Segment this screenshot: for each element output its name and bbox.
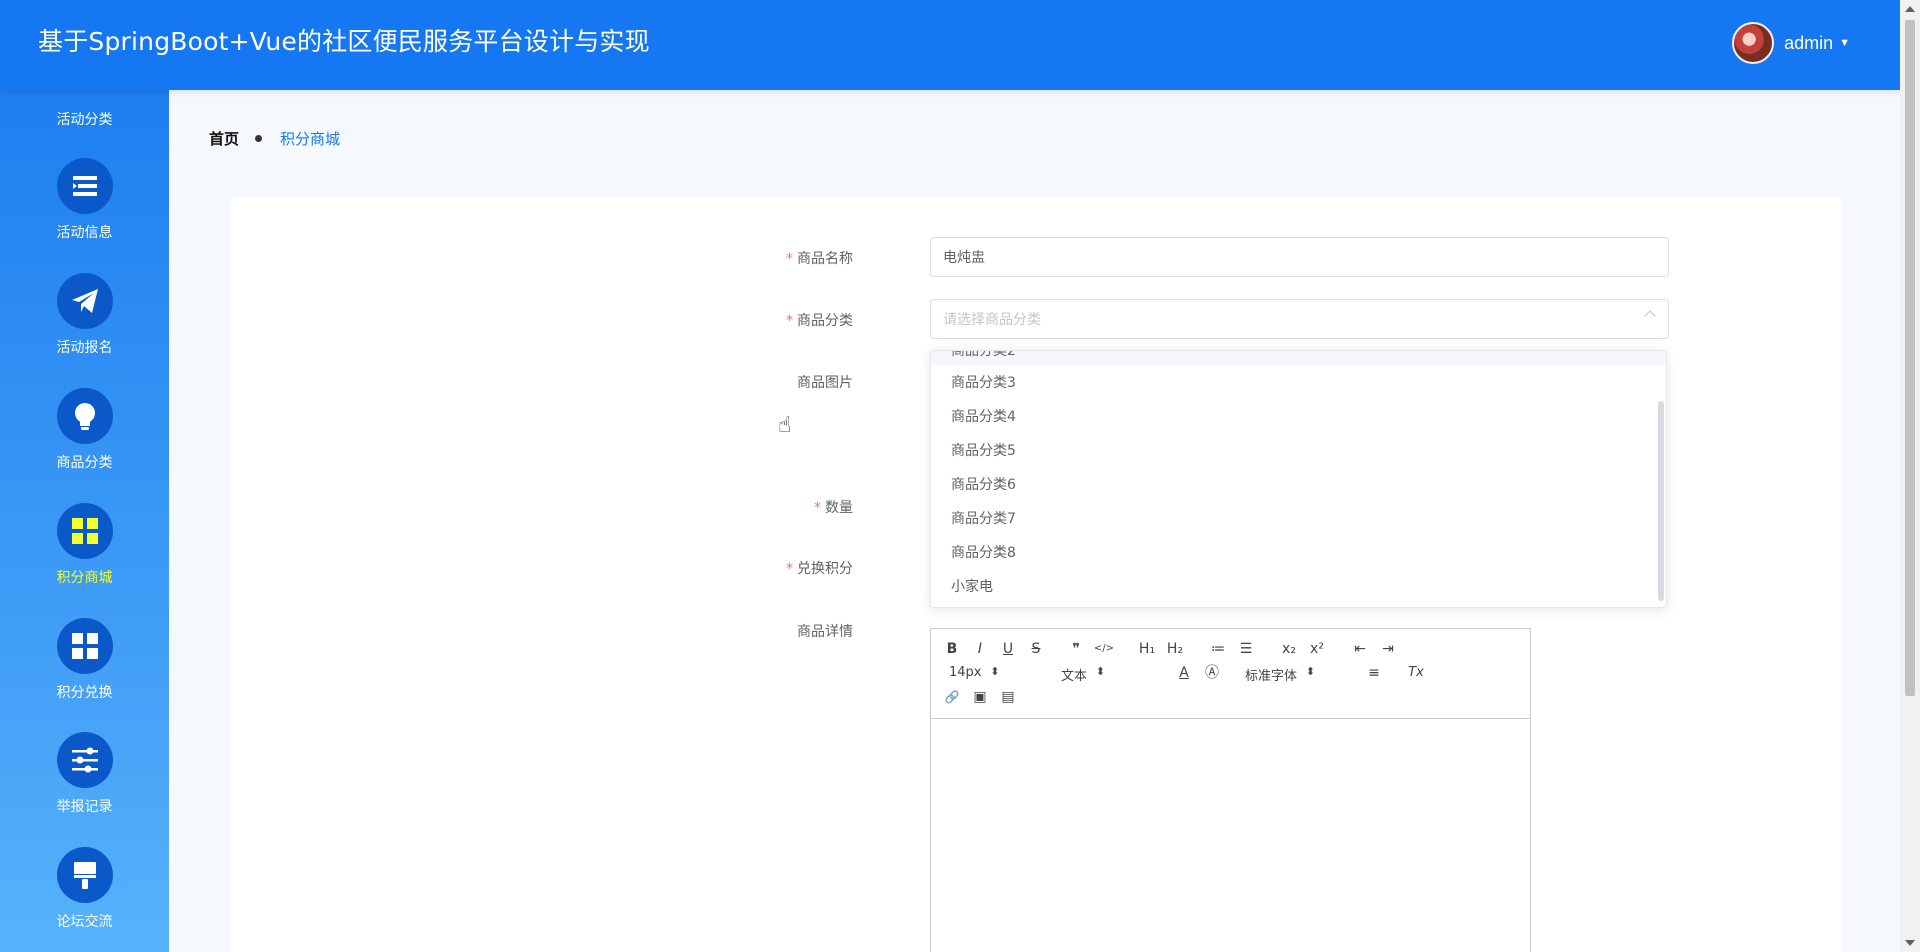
- scroll-up-icon[interactable]: [1905, 6, 1915, 12]
- product-image-label: 商品图片: [797, 375, 853, 391]
- h2-button[interactable]: H₂: [1164, 639, 1186, 659]
- sidebar-item-activity-signup[interactable]: 活动报名: [0, 273, 169, 357]
- user-menu[interactable]: admin ▼: [1732, 22, 1850, 64]
- dropdown-option[interactable]: 小家电: [931, 570, 1659, 604]
- paper-plane-icon: [56, 273, 113, 329]
- sidebar-item-report-records[interactable]: 举报记录: [0, 732, 169, 816]
- sidebar-item-product-category[interactable]: 商品分类: [0, 388, 169, 472]
- editor-content[interactable]: [931, 719, 1530, 952]
- sidebar: 活动分类 活动信息 活动报名 商品分类 积分商城 积分兑换 举报记录 论坛交流: [0, 90, 169, 952]
- sidebar-item-points-mall[interactable]: 积分商城: [0, 503, 169, 587]
- font-family-select[interactable]: 标准字体: [1245, 665, 1315, 684]
- breadcrumb-home[interactable]: 首页: [209, 128, 239, 149]
- hand-cursor-icon: ☝: [778, 412, 792, 437]
- editor-toolbar: B I U S ❞ </> H₁ H₂ ≔ ☰ x₂ x² ⇤ ⇥ 14px 文…: [931, 629, 1530, 719]
- required-mark: *: [814, 500, 821, 516]
- italic-button[interactable]: I: [969, 639, 991, 659]
- points-label: * 兑换积分: [786, 561, 853, 577]
- dropdown-option-partial[interactable]: 商品分类2: [931, 351, 1666, 365]
- dropdown-option[interactable]: 商品分类3: [931, 366, 1659, 400]
- sidebar-item-activity-info[interactable]: 活动信息: [0, 158, 169, 242]
- grid-icon: [56, 503, 113, 559]
- link-button[interactable]: 🔗: [941, 687, 963, 707]
- caret-down-icon[interactable]: ▼: [1839, 37, 1850, 49]
- dropdown-option[interactable]: 商品分类7: [931, 502, 1659, 536]
- image-button[interactable]: ▣: [969, 687, 991, 707]
- list-icon: [56, 158, 113, 214]
- breadcrumb-separator: [255, 135, 263, 142]
- required-mark: *: [786, 313, 793, 329]
- text-color-button[interactable]: A: [1173, 663, 1195, 683]
- underline-button[interactable]: U: [997, 639, 1019, 659]
- rich-text-editor: B I U S ❞ </> H₁ H₂ ≔ ☰ x₂ x² ⇤ ⇥ 14px 文…: [930, 628, 1531, 952]
- ordered-list-button[interactable]: ≔: [1207, 639, 1229, 659]
- superscript-button[interactable]: x²: [1306, 639, 1328, 659]
- sidebar-item-label: 积分商城: [56, 570, 113, 586]
- clear-format-button[interactable]: Tx: [1405, 663, 1427, 683]
- h1-button[interactable]: H₁: [1136, 639, 1158, 659]
- align-button[interactable]: ≡: [1363, 663, 1385, 683]
- outdent-button[interactable]: ⇤: [1349, 639, 1371, 659]
- product-name-input[interactable]: 电炖盅: [930, 237, 1669, 277]
- scroll-down-icon[interactable]: [1905, 940, 1915, 946]
- sidebar-item-label: 积分兑换: [56, 685, 113, 701]
- page-scrollbar[interactable]: [1900, 0, 1920, 952]
- font-size-select[interactable]: 14px: [949, 665, 999, 680]
- sidebar-item-label: 举报记录: [56, 799, 113, 815]
- sidebar-item-forum[interactable]: 论坛交流: [0, 847, 169, 931]
- form-card: * 商品名称 电炖盅 * 商品分类 请选择商品分类 商品图片 * 数量 * 兑换积分 商…: [230, 197, 1842, 952]
- grid-icon: [56, 618, 113, 674]
- bullet-list-button[interactable]: ☰: [1235, 639, 1257, 659]
- subscript-button[interactable]: x₂: [1278, 639, 1300, 659]
- dropdown-scrollbar[interactable]: [1658, 401, 1664, 601]
- category-dropdown: 商品分类2 商品分类3 商品分类4 商品分类5 商品分类6 商品分类7 商品分类…: [930, 350, 1667, 608]
- product-name-label: * 商品名称: [786, 251, 853, 267]
- dropdown-option[interactable]: 商品分类5: [931, 434, 1659, 468]
- strike-button[interactable]: S: [1025, 639, 1047, 659]
- sliders-icon: [56, 732, 113, 788]
- required-mark: *: [786, 561, 793, 577]
- sidebar-item-activity-category[interactable]: 活动分类: [0, 109, 169, 129]
- username[interactable]: admin: [1784, 33, 1833, 54]
- product-category-select[interactable]: 请选择商品分类: [930, 299, 1669, 339]
- heading-select[interactable]: 文本: [1061, 665, 1105, 684]
- quantity-label: * 数量: [814, 500, 853, 516]
- indent-button[interactable]: ⇥: [1377, 639, 1399, 659]
- scrollbar-thumb[interactable]: [1905, 20, 1915, 696]
- video-button[interactable]: ▤: [997, 687, 1019, 707]
- dropdown-option[interactable]: 商品分类6: [931, 468, 1659, 502]
- chevron-up-icon[interactable]: [1644, 310, 1656, 322]
- quote-button[interactable]: ❞: [1065, 639, 1087, 659]
- product-category-label: * 商品分类: [786, 313, 853, 329]
- brush-icon: [56, 847, 113, 903]
- background-color-button[interactable]: Ⓐ: [1201, 663, 1223, 683]
- avatar[interactable]: [1732, 22, 1775, 64]
- sidebar-item-label: 活动信息: [56, 225, 113, 241]
- sidebar-item-label: 活动报名: [56, 340, 113, 356]
- sidebar-item-points-exchange[interactable]: 积分兑换: [0, 618, 169, 702]
- sidebar-item-label: 商品分类: [56, 455, 113, 471]
- breadcrumb-current: 积分商城: [280, 130, 341, 148]
- breadcrumb: 首页 积分商城: [209, 128, 340, 149]
- app-title: 基于SpringBoot+Vue的社区便民服务平台设计与实现: [38, 27, 650, 56]
- code-button[interactable]: </>: [1093, 639, 1115, 659]
- lightbulb-icon: [56, 388, 113, 444]
- top-header: 基于SpringBoot+Vue的社区便民服务平台设计与实现 admin ▼: [0, 0, 1900, 90]
- bold-button[interactable]: B: [941, 639, 963, 659]
- dropdown-option[interactable]: 商品分类4: [931, 400, 1659, 434]
- required-mark: *: [786, 251, 793, 267]
- product-details-label: 商品详情: [797, 624, 853, 640]
- sidebar-item-label: 论坛交流: [56, 914, 113, 930]
- dropdown-option[interactable]: 商品分类8: [931, 536, 1659, 570]
